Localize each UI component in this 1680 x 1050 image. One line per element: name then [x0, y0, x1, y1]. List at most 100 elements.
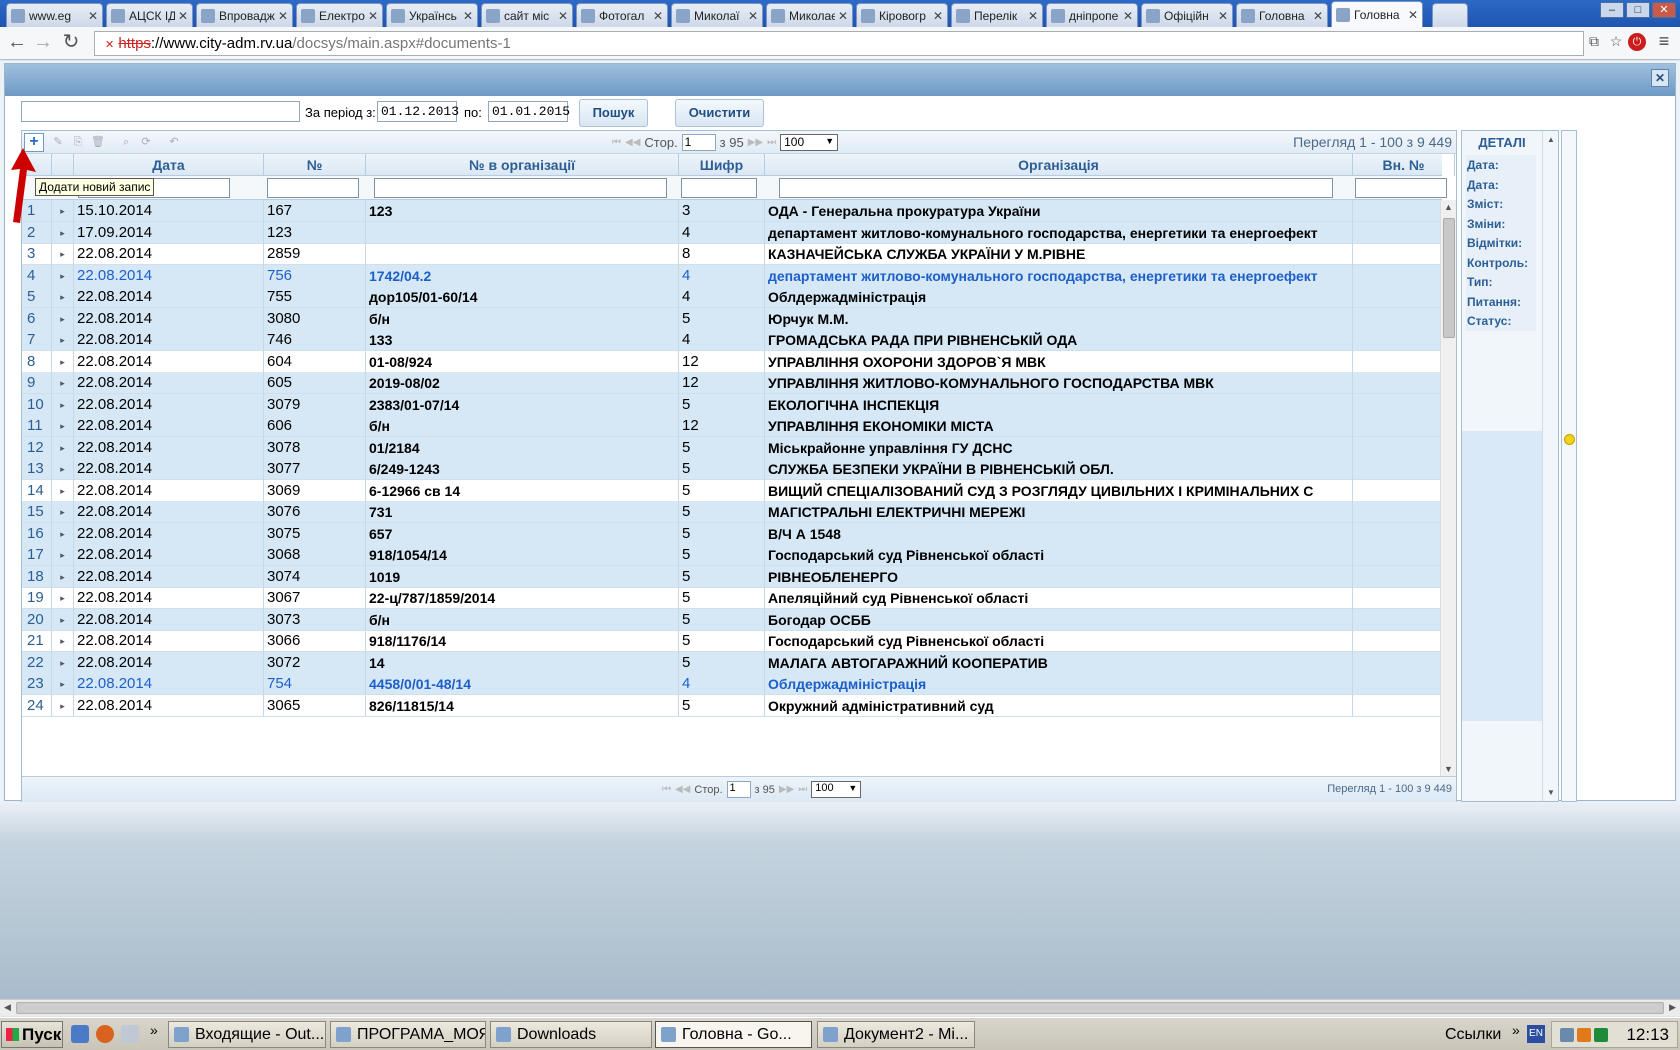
browser-tab[interactable]: Електро ✕: [296, 3, 383, 27]
start-button[interactable]: Пуск: [1, 1021, 63, 1048]
collapsed-side-panel[interactable]: [1561, 130, 1577, 802]
row-expand-icon[interactable]: ▸: [52, 565, 74, 588]
translate-icon[interactable]: ⧉: [1586, 33, 1602, 49]
header-cipher[interactable]: Шифр: [679, 154, 765, 176]
table-row[interactable]: 7 ▸ 22.08.2014 746 133 4 ГРОМАДСЬКА РАДА ПРИ Р…: [22, 329, 1442, 351]
quicklaunch-mail-icon[interactable]: [121, 1025, 139, 1043]
table-row[interactable]: 18 ▸ 22.08.2014 3074 1019 5 РІВНЕОБЛЕНЕРГО: [22, 565, 1442, 588]
table-row[interactable]: 2 ▸ 17.09.2014 123 4 департамент житлово-кому…: [22, 221, 1442, 244]
last-page-icon[interactable]: ⏭: [767, 137, 776, 148]
copy-icon[interactable]: ⎘: [70, 135, 86, 150]
scroll-up-icon[interactable]: ▲: [1547, 135, 1555, 144]
reload-icon[interactable]: ↻: [60, 32, 82, 54]
quicklaunch-explorer-icon[interactable]: [71, 1025, 89, 1043]
page-size-select[interactable]: 100: [780, 134, 839, 151]
table-row[interactable]: 19 ▸ 22.08.2014 3067 22-ц/787/1859/2014 5 Апел…: [22, 587, 1442, 609]
tab-close-icon[interactable]: ✕: [1313, 9, 1323, 23]
date-from-input[interactable]: 01.12.2013: [377, 101, 459, 122]
row-expand-icon[interactable]: ▸: [52, 221, 74, 244]
browser-tab[interactable]: дніпропе ✕: [1046, 3, 1138, 27]
header-number[interactable]: №: [264, 154, 366, 176]
scroll-left-icon[interactable]: ◀: [4, 1002, 11, 1013]
tab-close-icon[interactable]: ✕: [278, 9, 288, 23]
browser-menu-icon[interactable]: ≡: [1656, 31, 1672, 51]
tab-close-icon[interactable]: ✕: [653, 9, 663, 23]
filter-number-input[interactable]: [267, 178, 359, 198]
table-row[interactable]: 11 ▸ 22.08.2014 606 б/н 12 УПРАВЛІННЯ ЕКОНОМІК…: [22, 415, 1442, 437]
table-row[interactable]: 5 ▸ 22.08.2014 755 дор105/01-60/14 4 Облдержад…: [22, 286, 1442, 308]
row-expand-icon[interactable]: ▸: [52, 479, 74, 502]
filter-internal-number-input[interactable]: [1355, 178, 1447, 198]
table-row[interactable]: 15 ▸ 22.08.2014 3076 731 5 МАГІСТРАЛЬНІ ЕЛЕКТР…: [22, 501, 1442, 523]
page-number-input[interactable]: 1: [726, 781, 751, 798]
table-row[interactable]: 22 ▸ 22.08.2014 3072 14 5 МАЛАГА АВТОГАРАЖНИЙ …: [22, 651, 1442, 674]
row-expand-icon[interactable]: ▸: [52, 350, 74, 373]
row-expand-icon[interactable]: ▸: [52, 630, 74, 652]
edit-icon[interactable]: ✎: [50, 135, 66, 150]
row-expand-icon[interactable]: ▸: [52, 436, 74, 459]
browser-tab[interactable]: Перелік ✕: [951, 3, 1043, 27]
first-page-icon[interactable]: ⏮: [612, 137, 621, 148]
tab-close-icon[interactable]: ✕: [838, 9, 848, 23]
forward-icon[interactable]: →: [32, 32, 54, 54]
table-row[interactable]: 8 ▸ 22.08.2014 604 01-08/924 12 УПРАВЛІННЯ ОХО…: [22, 350, 1442, 373]
row-expand-icon[interactable]: ▸: [52, 329, 74, 351]
first-page-icon[interactable]: ⏮: [662, 784, 671, 795]
header-organization[interactable]: Організація: [765, 154, 1353, 176]
taskbar-task-button[interactable]: Входящие - Out...: [168, 1021, 326, 1048]
row-expand-icon[interactable]: ▸: [52, 286, 74, 308]
row-expand-icon[interactable]: ▸: [52, 694, 74, 717]
tab-close-icon[interactable]: ✕: [748, 9, 758, 23]
filter-organization-input[interactable]: [779, 178, 1333, 198]
browser-tab[interactable]: Миколає ✕: [766, 3, 853, 27]
tab-close-icon[interactable]: ✕: [463, 9, 473, 23]
row-expand-icon[interactable]: ▸: [52, 200, 74, 222]
date-to-input[interactable]: 01.01.2015: [488, 101, 570, 122]
table-row[interactable]: 20 ▸ 22.08.2014 3073 б/н 5 Богодар ОСББ: [22, 608, 1442, 631]
details-scrollbar[interactable]: ▲ ▼: [1542, 131, 1558, 801]
row-expand-icon[interactable]: ▸: [52, 393, 74, 416]
filter-org-number-input[interactable]: [374, 178, 667, 198]
row-expand-icon[interactable]: ▸: [52, 651, 74, 674]
taskbar-task-button[interactable]: Downloads: [490, 1021, 652, 1048]
tab-close-icon[interactable]: ✕: [1123, 9, 1133, 23]
page-number-input[interactable]: 1: [681, 134, 716, 151]
row-expand-icon[interactable]: ▸: [52, 243, 74, 265]
table-row[interactable]: 3 ▸ 22.08.2014 2859 8 КАЗНАЧЕЙСЬКА СЛУЖБА УКР…: [22, 243, 1442, 265]
row-expand-icon[interactable]: ▸: [52, 522, 74, 545]
row-expand-icon[interactable]: ▸: [52, 587, 74, 609]
search-icon[interactable]: ⌕: [118, 135, 134, 150]
tab-close-icon[interactable]: ✕: [1408, 8, 1418, 22]
table-row[interactable]: 1 ▸ 15.10.2014 167 123 3 ОДА - Генеральна прок…: [22, 200, 1442, 222]
browser-tab[interactable]: Кіровогр ✕: [856, 3, 948, 27]
browser-tab[interactable]: www.eg ✕: [6, 3, 103, 27]
tab-close-icon[interactable]: ✕: [1028, 9, 1038, 23]
tab-close-icon[interactable]: ✕: [88, 9, 98, 23]
row-expand-icon[interactable]: ▸: [52, 415, 74, 437]
browser-tab[interactable]: Офіційн ✕: [1141, 3, 1233, 27]
taskbar-task-button[interactable]: Головна - Go...: [655, 1021, 812, 1048]
scroll-thumb[interactable]: [1443, 218, 1455, 338]
next-page-icon[interactable]: ▶▶: [779, 784, 794, 795]
grid-vertical-scrollbar[interactable]: ▲ ▼: [1440, 200, 1456, 776]
browser-tab[interactable]: Впровадж ✕: [196, 3, 293, 27]
scroll-thumb[interactable]: [16, 1002, 1664, 1014]
search-input[interactable]: [21, 101, 300, 122]
table-row[interactable]: 6 ▸ 22.08.2014 3080 б/н 5 Юрчук М.М.: [22, 307, 1442, 330]
table-row[interactable]: 4 ▸ 22.08.2014 756 1742/04.2 4 департамент жит…: [22, 264, 1442, 287]
clear-button[interactable]: Очистити: [675, 99, 764, 127]
prev-page-icon[interactable]: ◀◀: [625, 137, 640, 148]
row-expand-icon[interactable]: ▸: [52, 264, 74, 287]
browser-tab[interactable]: Українсь ✕: [386, 3, 478, 27]
table-row[interactable]: 10 ▸ 22.08.2014 3079 2383/01-07/14 5 ЕКОЛОГІЧН…: [22, 393, 1442, 416]
close-window-button[interactable]: ✕: [1652, 2, 1676, 18]
tray-network-icon[interactable]: [1560, 1028, 1574, 1042]
browser-tab[interactable]: Головна ✕: [1331, 1, 1423, 28]
quicklaunch-firefox-icon[interactable]: [96, 1025, 114, 1043]
page-size-select[interactable]: 100: [811, 781, 862, 798]
tab-close-icon[interactable]: ✕: [933, 9, 943, 23]
table-row[interactable]: 23 ▸ 22.08.2014 754 4458/0/01-48/14 4 Облдержа…: [22, 673, 1442, 695]
header-date[interactable]: Дата: [74, 154, 264, 176]
browser-tab[interactable]: Головна ✕: [1236, 3, 1328, 27]
row-expand-icon[interactable]: ▸: [52, 501, 74, 523]
